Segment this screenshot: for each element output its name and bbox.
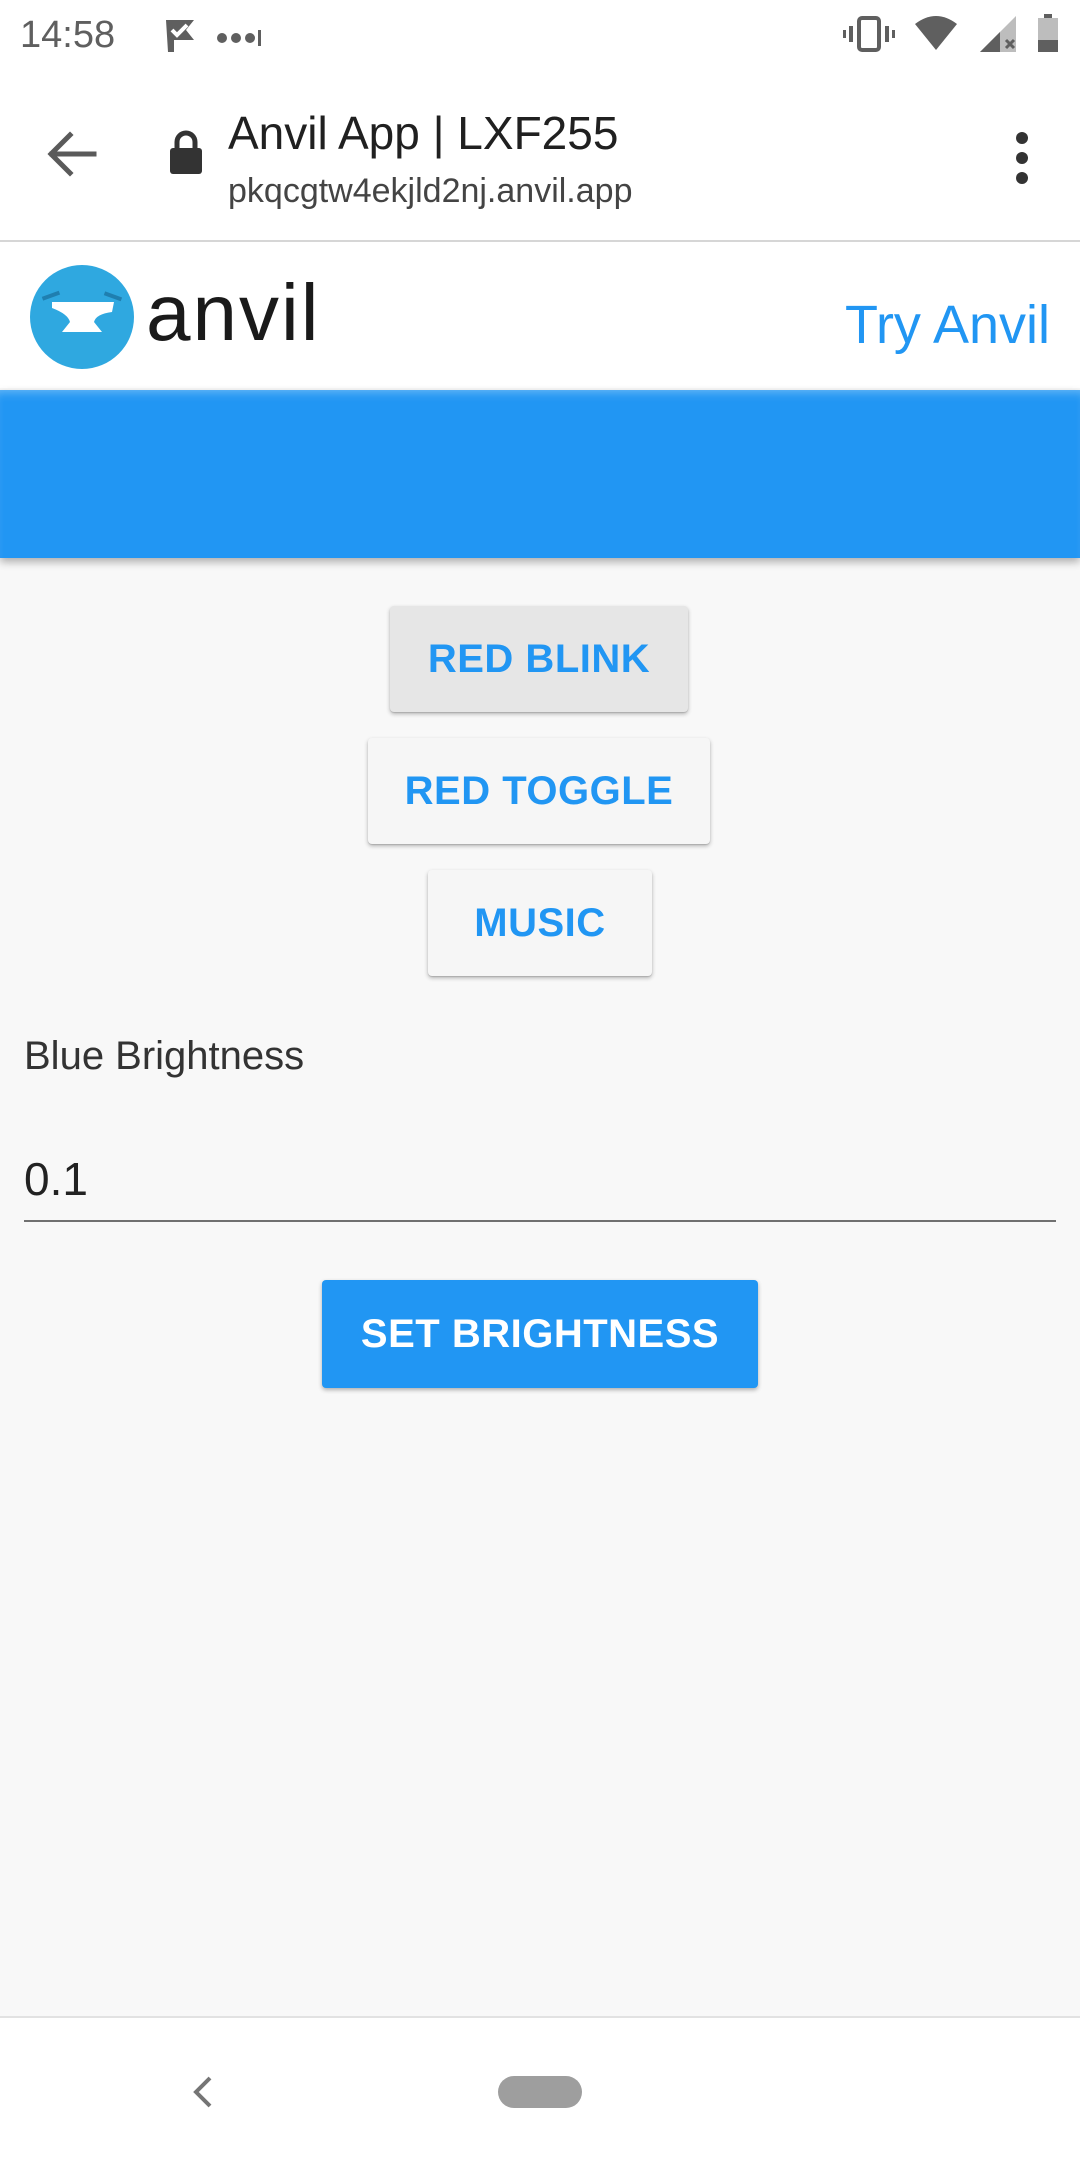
check-flag-icon <box>166 20 194 52</box>
back-arrow-icon[interactable] <box>44 126 100 182</box>
nav-back-icon[interactable] <box>190 2074 216 2110</box>
set-brightness-button[interactable]: SET BRIGHTNESS <box>322 1280 758 1388</box>
navigation-bar <box>0 2016 1080 2160</box>
status-time: 14:58 <box>20 14 116 56</box>
overflow-menu-icon[interactable] <box>1012 130 1032 186</box>
browser-toolbar: Anvil App | LXF255 pkqcgtw4ekjld2nj.anvi… <box>0 72 1080 242</box>
try-anvil-link[interactable]: Try Anvil <box>845 294 1050 356</box>
page-title: Anvil App | LXF255 <box>228 107 619 159</box>
brightness-label: Blue Brightness <box>24 1034 305 1078</box>
status-right-icons <box>829 14 1060 54</box>
status-bar: 14:58 <box>0 0 1080 72</box>
music-button[interactable]: MUSIC <box>428 870 652 976</box>
nav-home-pill[interactable] <box>498 2076 582 2108</box>
page-url[interactable]: pkqcgtw4ekjld2nj.anvil.app <box>228 172 632 211</box>
lock-icon <box>170 130 202 174</box>
brightness-input[interactable] <box>24 1138 1056 1222</box>
logo-text: anvil <box>146 268 321 357</box>
battery-icon <box>1038 14 1058 52</box>
vibrate-icon <box>842 16 895 52</box>
signal-icon <box>979 16 1016 52</box>
red-blink-button[interactable]: RED BLINK <box>390 606 688 712</box>
anvil-logo[interactable]: anvil <box>30 264 400 370</box>
blue-banner <box>0 390 1080 558</box>
red-toggle-button[interactable]: RED TOGGLE <box>368 738 710 844</box>
app-header: anvil Try Anvil <box>0 242 1080 388</box>
screen: 14:58 Anvil App | LXF255 pkqcgtw4ekjld2n… <box>0 0 1080 2160</box>
status-left-icons <box>160 16 264 61</box>
more-dots-icon <box>217 30 262 46</box>
wifi-icon <box>915 16 958 50</box>
